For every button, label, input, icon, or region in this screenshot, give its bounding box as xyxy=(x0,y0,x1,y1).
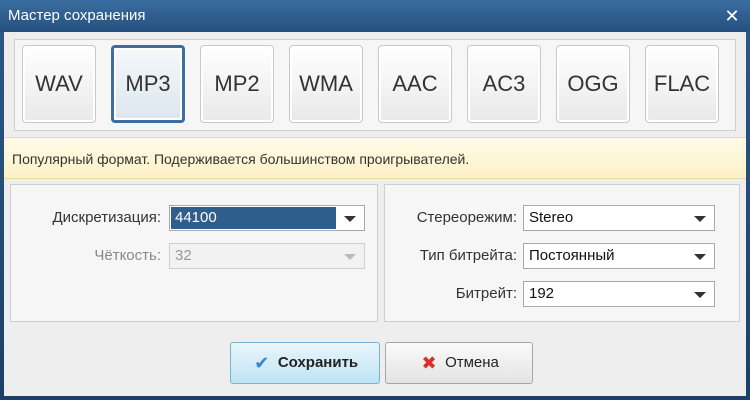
sampling-select[interactable]: 44100 xyxy=(169,205,365,231)
bitrate-label: Битрейт: xyxy=(455,285,517,302)
format-selector: WAV MP3 MP2 WMA AAC AC3 OGG FLAC xyxy=(14,39,736,131)
save-button[interactable]: ✔ Сохранить xyxy=(230,342,380,384)
bitrate-type-label: Тип битрейта: xyxy=(419,247,517,264)
clarity-value: 32 xyxy=(175,247,192,264)
bitrate-value: 192 xyxy=(529,285,555,302)
sampling-value: 44100 xyxy=(171,207,336,229)
chevron-down-icon xyxy=(694,216,706,222)
cancel-x-icon: ✖ xyxy=(421,353,437,374)
stereo-label: Стереорежим: xyxy=(416,209,517,226)
cancel-button[interactable]: ✖ Отмена xyxy=(385,342,533,384)
sampling-label: Дискретизация: xyxy=(52,209,161,226)
format-button-ac3[interactable]: AC3 xyxy=(467,45,541,123)
format-button-mp3[interactable]: MP3 xyxy=(111,45,185,123)
dialog-body: WAV MP3 MP2 WMA AAC AC3 OGG FLAC Популяр… xyxy=(4,32,746,396)
cancel-button-label: Отмена xyxy=(445,354,499,372)
clarity-select[interactable]: 32 xyxy=(169,243,365,269)
sampling-panel: Дискретизация: 44100 Чёткость: 32 xyxy=(10,184,378,322)
format-button-mp2[interactable]: MP2 xyxy=(200,45,274,123)
format-button-aac[interactable]: AAC xyxy=(378,45,452,123)
save-wizard-window: Мастер сохранения ✕ WAV MP3 MP2 WMA AAC … xyxy=(0,0,750,400)
chevron-down-icon xyxy=(694,254,706,260)
chevron-down-icon xyxy=(344,216,356,222)
clarity-label: Чёткость: xyxy=(94,247,161,264)
bitrate-type-value: Постоянный xyxy=(529,247,615,264)
stereo-bitrate-panel: Стереорежим: Stereo Тип битрейта: Постоя… xyxy=(384,184,740,322)
stereo-value: Stereo xyxy=(529,209,574,226)
format-button-ogg[interactable]: OGG xyxy=(556,45,630,123)
close-icon[interactable]: ✕ xyxy=(722,6,742,26)
format-button-wma[interactable]: WMA xyxy=(289,45,363,123)
format-button-flac[interactable]: FLAC xyxy=(645,45,719,123)
bitrate-select[interactable]: 192 xyxy=(523,281,715,307)
chevron-down-icon xyxy=(694,292,706,298)
chevron-down-icon xyxy=(344,254,356,260)
window-title: Мастер сохранения xyxy=(8,7,146,24)
bitrate-type-select[interactable]: Постоянный xyxy=(523,243,715,269)
save-button-label: Сохранить xyxy=(277,354,359,372)
format-button-wav[interactable]: WAV xyxy=(22,45,96,123)
format-description: Популярный формат. Подерживается большин… xyxy=(4,137,746,179)
checkmark-icon: ✔ xyxy=(254,353,270,374)
title-bar: Мастер сохранения ✕ xyxy=(0,0,750,32)
stereo-select[interactable]: Stereo xyxy=(523,205,715,231)
